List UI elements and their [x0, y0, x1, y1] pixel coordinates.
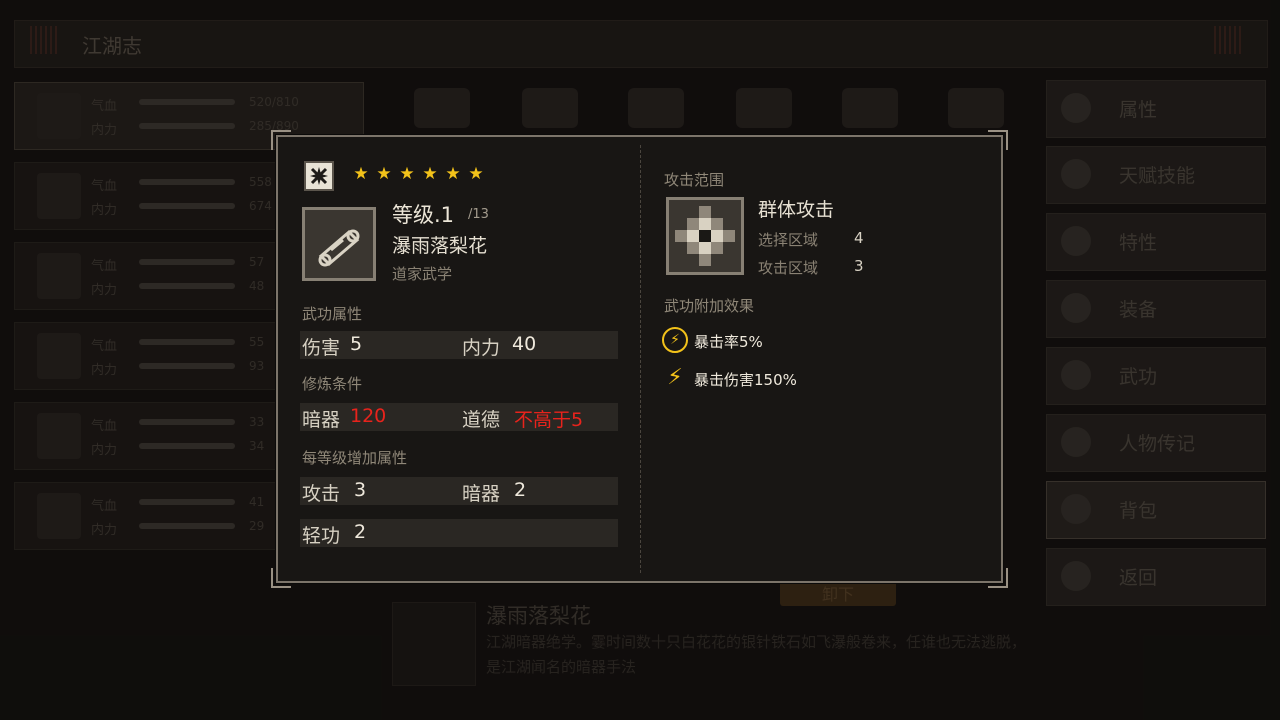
- requirement-label: 道德: [462, 409, 501, 431]
- star-icon: ★: [353, 164, 369, 184]
- range-title: 攻击范围: [664, 171, 725, 189]
- range-cell: [699, 230, 711, 242]
- range-cell: [687, 230, 699, 242]
- per-level-label: 暗器: [462, 483, 501, 505]
- frame-corner: [271, 568, 291, 588]
- per-level-row: [300, 519, 618, 547]
- star-icon: ★: [376, 164, 392, 184]
- column-divider: [640, 145, 641, 573]
- requirement-label: 暗器: [302, 409, 341, 431]
- section-title-attributes: 武功属性: [302, 305, 363, 323]
- bonus-title: 武功附加效果: [664, 297, 755, 315]
- attack-area-value: 3: [854, 257, 864, 275]
- per-level-label: 攻击: [302, 483, 341, 505]
- bonus-effect: 暴击率5%: [694, 333, 763, 351]
- range-cell: [687, 242, 699, 254]
- lightning-icon: ⚡: [667, 365, 683, 390]
- per-level-label: 轻功: [302, 525, 341, 547]
- range-cell: [711, 242, 723, 254]
- skill-detail-dialog: ★ ★ ★ ★ ★ ★ 等级.1 /13 瀑雨落梨花 道家武学 武功属性 伤害 5 内力 …: [271, 130, 1008, 588]
- per-level-value: 2: [354, 521, 367, 543]
- range-cell: [699, 242, 711, 254]
- skill-level: 等级.1: [392, 203, 455, 227]
- attribute-value: 5: [350, 333, 363, 355]
- attribute-value: 40: [512, 333, 537, 355]
- range-cell: [675, 230, 687, 242]
- per-level-value: 3: [354, 479, 367, 501]
- frame-corner: [988, 130, 1008, 150]
- range-cell: [711, 218, 723, 230]
- attribute-row: [300, 331, 618, 359]
- range-cell: [687, 254, 699, 266]
- lightning-ring-icon: ⚡: [662, 327, 688, 353]
- per-level-row: [300, 477, 618, 505]
- frame-corner: [271, 130, 291, 150]
- range-cell: [675, 254, 687, 266]
- range-cell: [711, 230, 723, 242]
- range-cell: [723, 206, 735, 218]
- star-icon: ★: [399, 164, 415, 184]
- shuriken-icon: [304, 161, 334, 191]
- skill-name: 瀑雨落梨花: [392, 235, 488, 257]
- attribute-label: 伤害: [302, 337, 341, 359]
- select-area-value: 4: [854, 229, 864, 247]
- range-cell: [723, 242, 735, 254]
- range-cell: [711, 206, 723, 218]
- range-cell: [699, 206, 711, 218]
- range-cell: [699, 254, 711, 266]
- attack-area-label: 攻击区域: [758, 259, 819, 277]
- scroll-icon: [302, 207, 376, 281]
- star-icon: ★: [422, 164, 438, 184]
- skill-level-max: /13: [468, 207, 489, 222]
- attribute-label: 内力: [462, 337, 501, 359]
- attack-range-grid-icon: [666, 197, 744, 275]
- skill-school: 道家武学: [392, 265, 453, 283]
- range-cell: [723, 230, 735, 242]
- range-name: 群体攻击: [758, 199, 835, 221]
- range-cell: [675, 218, 687, 230]
- bonus-effect: 暴击伤害150%: [694, 371, 797, 389]
- range-cell: [687, 206, 699, 218]
- range-cell: [675, 242, 687, 254]
- per-level-value: 2: [514, 479, 527, 501]
- requirement-value: 120: [350, 405, 387, 427]
- select-area-label: 选择区域: [758, 231, 819, 249]
- range-cell: [699, 218, 711, 230]
- section-title-requirements: 修炼条件: [302, 375, 363, 393]
- range-cell: [723, 218, 735, 230]
- frame-corner: [988, 568, 1008, 588]
- star-icon: ★: [445, 164, 461, 184]
- range-cell: [711, 254, 723, 266]
- requirement-value: 不高于5: [514, 409, 584, 431]
- range-cell: [675, 206, 687, 218]
- section-title-per-level: 每等级增加属性: [302, 449, 408, 467]
- range-cell: [723, 254, 735, 266]
- range-cell: [687, 218, 699, 230]
- star-icon: ★: [468, 164, 484, 184]
